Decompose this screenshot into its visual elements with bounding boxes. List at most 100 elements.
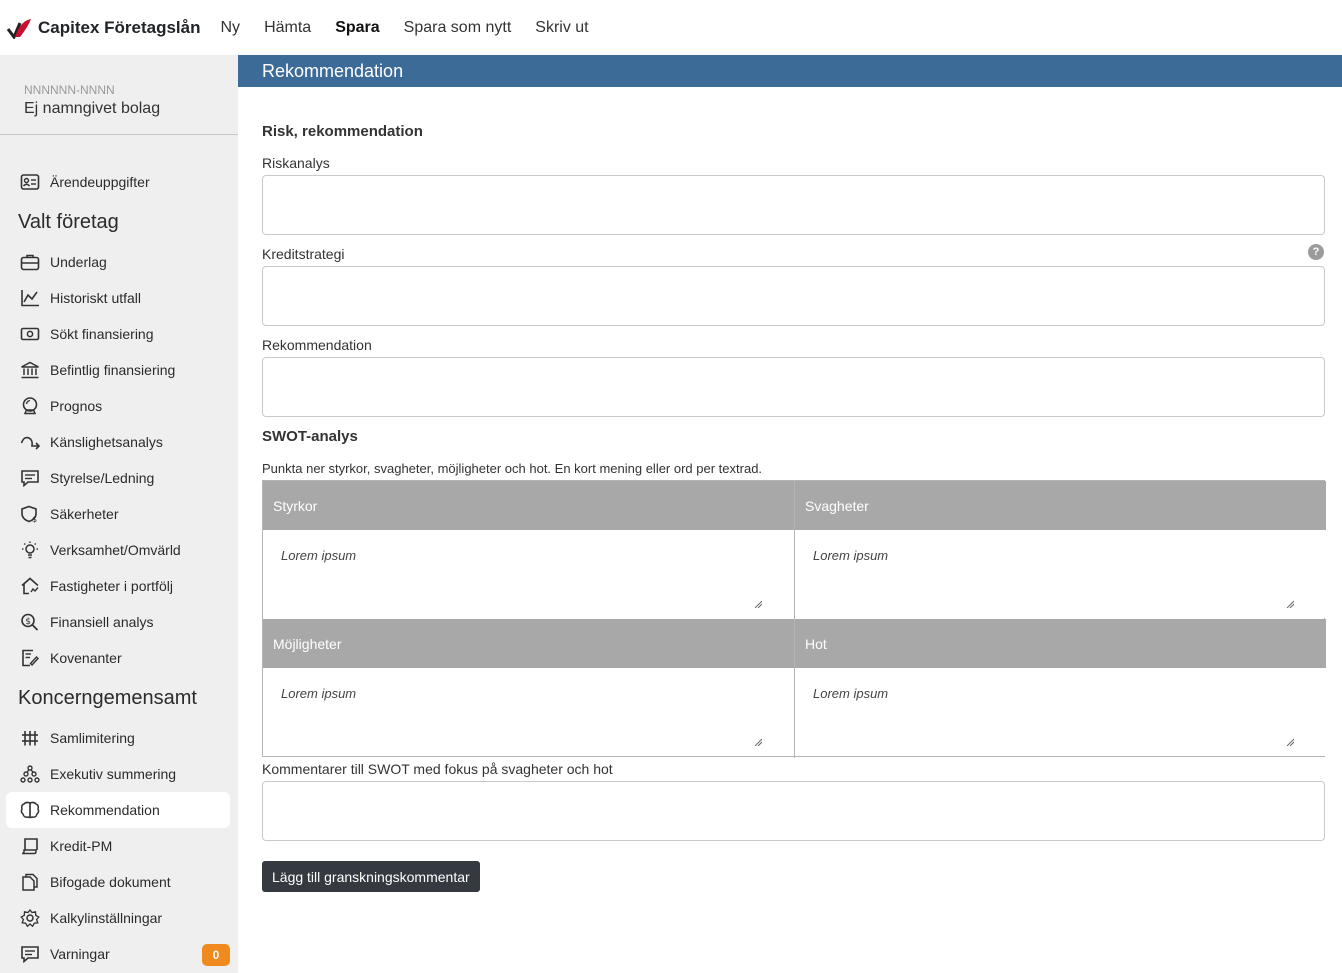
- sidebar-item-label: Känslighetsanalys: [50, 434, 163, 450]
- sidebar-item-label: Säkerheter: [50, 506, 119, 522]
- swot-placeholder: Lorem ipsum: [813, 686, 889, 701]
- documents-icon: [19, 871, 41, 893]
- credit-strategy-textarea[interactable]: [262, 266, 1325, 326]
- menu-fetch[interactable]: Hämta: [264, 19, 311, 37]
- warning-comment-icon: [19, 943, 41, 965]
- swot-divider: [794, 481, 795, 758]
- scroll-icon: [19, 835, 41, 857]
- company-info: NNNNNN-NNNN Ej namngivet bolag: [0, 55, 238, 135]
- org-number: NNNNNN-NNNN: [24, 83, 115, 97]
- sidebar-item-label: Historiskt utfall: [50, 290, 142, 306]
- swot-strengths-textarea[interactable]: Lorem ipsum: [263, 530, 794, 618]
- warnings-count-badge: 0: [202, 944, 230, 966]
- sidebar-item-label: Ärendeuppgifter: [50, 174, 150, 190]
- risk-analysis-label: Riskanalys: [262, 155, 330, 171]
- sidebar-item-existing-financing[interactable]: Befintlig finansiering: [6, 352, 230, 388]
- sidebar-item-requested-financing[interactable]: Sökt finansiering: [6, 316, 230, 352]
- swot-placeholder: Lorem ipsum: [281, 686, 357, 701]
- sidebar-item-case-info[interactable]: Ärendeuppgifter: [6, 164, 230, 200]
- risk-analysis-textarea[interactable]: [262, 175, 1325, 235]
- recommendation-textarea[interactable]: [262, 357, 1325, 417]
- swot-comments-textarea[interactable]: [262, 781, 1325, 841]
- comment-icon: [19, 467, 41, 489]
- sidebar-item-label: Kalkylinställningar: [50, 910, 163, 926]
- sidebar-item-label: Exekutiv summering: [50, 766, 177, 782]
- capitex-logo-icon: [6, 18, 31, 39]
- crystal-ball-icon: [19, 395, 41, 417]
- sidebar-item-collateral[interactable]: $ Säkerheter: [6, 496, 230, 532]
- sidebar-item-recommendation[interactable]: Rekommendation: [6, 792, 230, 828]
- menu-save[interactable]: Spara: [335, 19, 379, 37]
- swot-opportunities-header: Möjligheter: [263, 619, 794, 668]
- sidebar-item-label: Prognos: [50, 398, 103, 414]
- help-icon[interactable]: ?: [1308, 244, 1324, 260]
- sidebar-item-group-limit[interactable]: Samlimitering: [6, 720, 230, 756]
- swot-table: Styrkor Lorem ipsum Svagheter Lorem ipsu…: [262, 480, 1326, 758]
- sidebar-item-attached-documents[interactable]: Bifogade dokument: [6, 864, 230, 900]
- sidebar-item-label: Verksamhet/Omvärld: [50, 542, 181, 558]
- chart-line-icon: [19, 287, 41, 309]
- app-title: Capitex Företagslån: [38, 17, 201, 37]
- add-review-comment-button[interactable]: Lägg till granskningskommentar: [262, 861, 480, 892]
- sidebar-item-label: Fastigheter i portfölj: [50, 578, 173, 594]
- sidebar-item-business[interactable]: Verksamhet/Omvärld: [6, 532, 230, 568]
- risk-heading: Risk, rekommendation: [262, 123, 423, 140]
- swot-comments-label: Kommentarer till SWOT med fokus på svagh…: [262, 761, 613, 777]
- sidebar-item-board[interactable]: Styrelse/Ledning: [6, 460, 230, 496]
- swot-threats-textarea[interactable]: Lorem ipsum: [795, 668, 1326, 756]
- sidebar-item-label: Rekommendation: [50, 802, 160, 818]
- resize-handle-icon[interactable]: [754, 738, 762, 746]
- menu-save-as-new[interactable]: Spara som nytt: [404, 19, 512, 37]
- sidebar-item-label: Bifogade dokument: [50, 874, 171, 890]
- resize-handle-icon[interactable]: [754, 600, 762, 608]
- section-heading-selected-company: Valt företag: [18, 211, 119, 233]
- settings-icon: [19, 907, 41, 929]
- swot-threats: Hot Lorem ipsum: [795, 619, 1326, 756]
- credit-strategy-label: Kreditstrategi: [262, 246, 345, 262]
- menu-new[interactable]: Ny: [221, 19, 241, 37]
- limit-icon: [19, 727, 41, 749]
- resize-handle-icon[interactable]: [1286, 600, 1294, 608]
- document-edit-icon: [19, 647, 41, 669]
- swot-opportunities-textarea[interactable]: Lorem ipsum: [263, 668, 794, 756]
- brain-icon: [19, 799, 41, 821]
- recommendation-label: Rekommendation: [262, 337, 372, 353]
- sidebar-item-label: Samlimitering: [50, 730, 135, 746]
- sidebar-item-properties[interactable]: Fastigheter i portfölj: [6, 568, 230, 604]
- menu-print[interactable]: Skriv ut: [535, 19, 588, 37]
- sidebar-item-label: Styrelse/Ledning: [50, 470, 155, 486]
- main-menu: Ny Hämta Spara Spara som nytt Skriv ut: [221, 19, 613, 37]
- sidebar-item-sensitivity[interactable]: Känslighetsanalys: [6, 424, 230, 460]
- briefcase-icon: [19, 251, 41, 273]
- sidebar-item-warnings[interactable]: Varningar 0: [6, 936, 230, 972]
- house-icon: [19, 575, 41, 597]
- swot-opportunities: Möjligheter Lorem ipsum: [263, 619, 794, 756]
- page-title: Rekommendation: [262, 61, 404, 81]
- swot-weaknesses-textarea[interactable]: Lorem ipsum: [795, 530, 1326, 618]
- sidebar-item-calc-settings[interactable]: Kalkylinställningar: [6, 900, 230, 936]
- sidebar-item-credit-pm[interactable]: Kredit-PM: [6, 828, 230, 864]
- page-header: Rekommendation: [238, 55, 1342, 87]
- section-heading-group: Koncerngemensamt: [18, 687, 197, 709]
- search-dollar-icon: $: [19, 611, 41, 633]
- swot-weaknesses-header: Svagheter: [795, 481, 1326, 530]
- main-content: Rekommendation Risk, rekommendation Risk…: [238, 55, 1342, 973]
- sidebar: NNNNNN-NNNN Ej namngivet bolag Ärendeupp…: [0, 55, 238, 973]
- sidebar-item-covenants[interactable]: Kovenanter: [6, 640, 230, 676]
- money-icon: [19, 323, 41, 345]
- sidebar-item-label: Kredit-PM: [50, 838, 113, 854]
- sidebar-item-financial-analysis[interactable]: $ Finansiell analys: [6, 604, 230, 640]
- lightbulb-icon: [19, 539, 41, 561]
- sidebar-item-executive-summary[interactable]: Exekutiv summering: [6, 756, 230, 792]
- top-bar: Capitex Företagslån Ny Hämta Spara Spara…: [0, 0, 1342, 55]
- swot-placeholder: Lorem ipsum: [813, 548, 889, 563]
- swot-strengths-header: Styrkor: [263, 481, 794, 530]
- sidebar-item-label: Befintlig finansiering: [50, 362, 176, 378]
- sidebar-item-label: Underlag: [50, 254, 107, 270]
- resize-handle-icon[interactable]: [1286, 738, 1294, 746]
- sidebar-item-historical[interactable]: Historiskt utfall: [6, 280, 230, 316]
- sidebar-item-underlag[interactable]: Underlag: [6, 244, 230, 280]
- sidebar-item-forecast[interactable]: Prognos: [6, 388, 230, 424]
- brand[interactable]: Capitex Företagslån: [6, 17, 201, 39]
- swot-threats-header: Hot: [795, 619, 1326, 668]
